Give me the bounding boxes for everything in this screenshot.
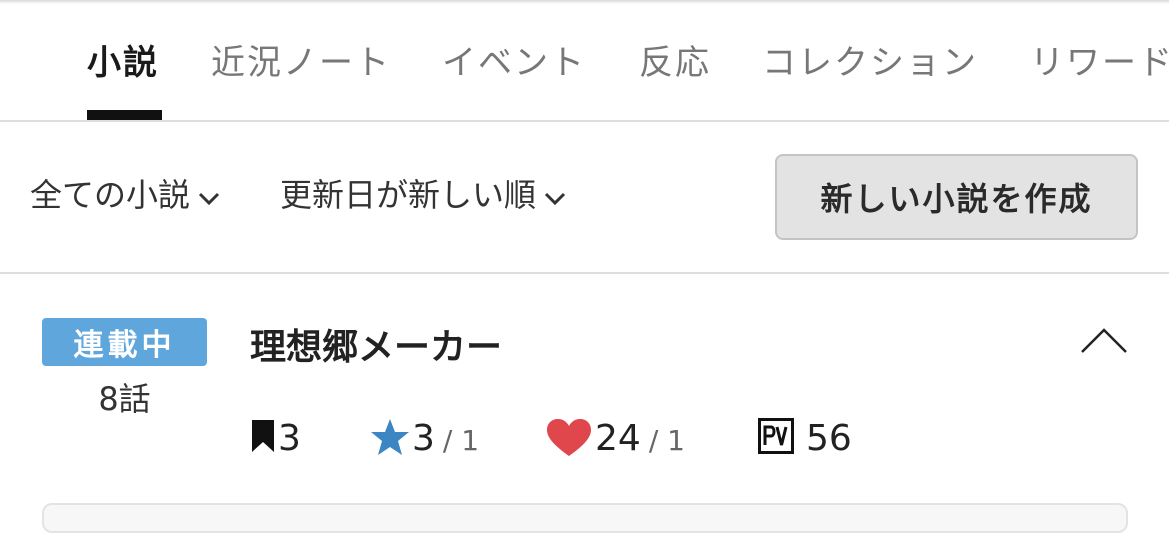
heart-stat: 24 / 1 — [545, 418, 685, 467]
star-sub-count: / 1 — [442, 424, 480, 457]
sort-order-label: 更新日が新しい順 — [280, 176, 537, 214]
active-tab-indicator — [87, 110, 162, 120]
pv-icon — [758, 418, 794, 463]
pv-count: 56 — [806, 418, 852, 459]
tab-novels[interactable]: 小説 — [87, 38, 159, 88]
tab-rewards[interactable]: リワード — [1030, 38, 1169, 88]
filter-bar: 全ての小説 更新日が新しい順 新しい小説を作成 — [0, 122, 1169, 274]
novel-card: 連載中 8話 理想郷メーカー 3 3 / 1 24 / 1 56 — [0, 274, 1169, 513]
episode-count: 8話 — [98, 380, 151, 418]
tab-activity-notes[interactable]: 近況ノート — [211, 38, 391, 88]
scope-filter-dropdown[interactable]: 全ての小説 — [30, 172, 220, 218]
tab-events[interactable]: イベント — [442, 38, 586, 88]
star-icon — [370, 418, 410, 465]
heart-icon — [545, 418, 593, 467]
chevron-down-icon — [198, 172, 220, 218]
bookmark-count: 3 — [278, 418, 301, 459]
tab-collections[interactable]: コレクション — [762, 38, 978, 88]
pv-stat: 56 — [758, 418, 852, 463]
tab-bar: 小説 近況ノート イベント 反応 コレクション リワード — [0, 0, 1169, 122]
sort-order-dropdown[interactable]: 更新日が新しい順 — [280, 172, 566, 218]
bookmark-stat: 3 — [250, 418, 301, 463]
tab-reactions[interactable]: 反応 — [639, 38, 711, 88]
status-badge: 連載中 — [42, 318, 207, 366]
scope-filter-label: 全ての小説 — [30, 176, 191, 214]
collapse-toggle[interactable] — [1080, 326, 1128, 358]
bookmark-icon — [250, 418, 276, 463]
heart-count: 24 — [595, 418, 641, 459]
star-count: 3 — [412, 418, 435, 459]
create-novel-button[interactable]: 新しい小説を作成 — [775, 154, 1138, 240]
heart-sub-count: / 1 — [648, 424, 685, 457]
next-card-edge — [42, 503, 1128, 533]
novel-title[interactable]: 理想郷メーカー — [250, 318, 502, 370]
star-stat: 3 / 1 — [370, 418, 479, 465]
chevron-up-icon — [1080, 328, 1128, 358]
chevron-down-icon — [544, 172, 566, 218]
